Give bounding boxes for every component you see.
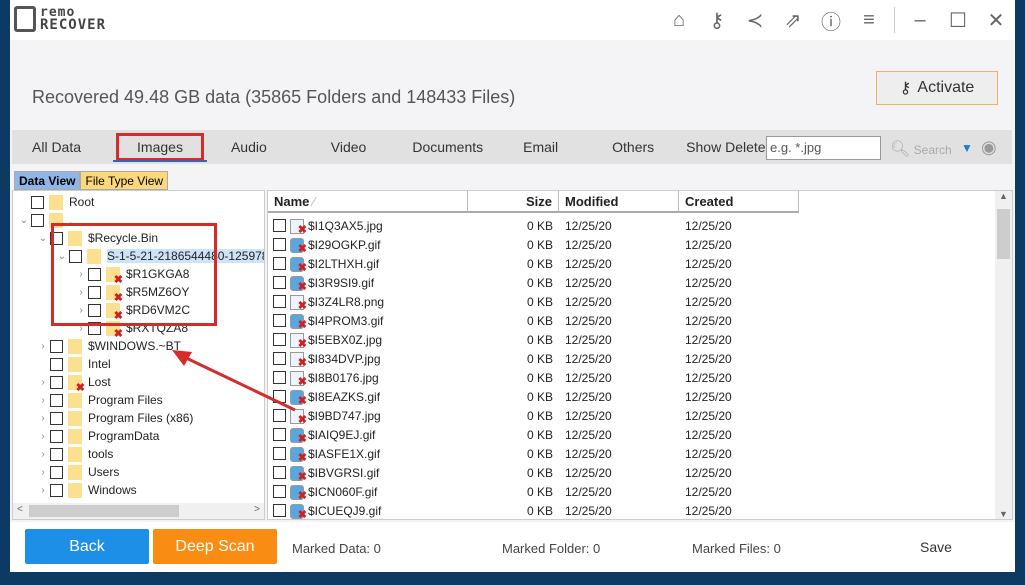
marked-data: Marked Data: 0 (292, 541, 381, 556)
app-window: remoRECOVER ⌂ ⚷ ≺ ⇗ ⓘ ≡ – ☐ ✕ Recovered … (10, 0, 1015, 572)
save-button[interactable]: Save (920, 539, 952, 555)
marked-folder: Marked Folder: 0 (502, 541, 600, 556)
marked-files: Marked Files: 0 (692, 541, 781, 556)
footer-bar: Back Deep Scan Marked Data: 0 Marked Fol… (10, 522, 1015, 572)
annotation-arrow (10, 0, 1015, 572)
deep-scan-button[interactable]: Deep Scan (153, 529, 277, 564)
back-button[interactable]: Back (25, 529, 149, 564)
